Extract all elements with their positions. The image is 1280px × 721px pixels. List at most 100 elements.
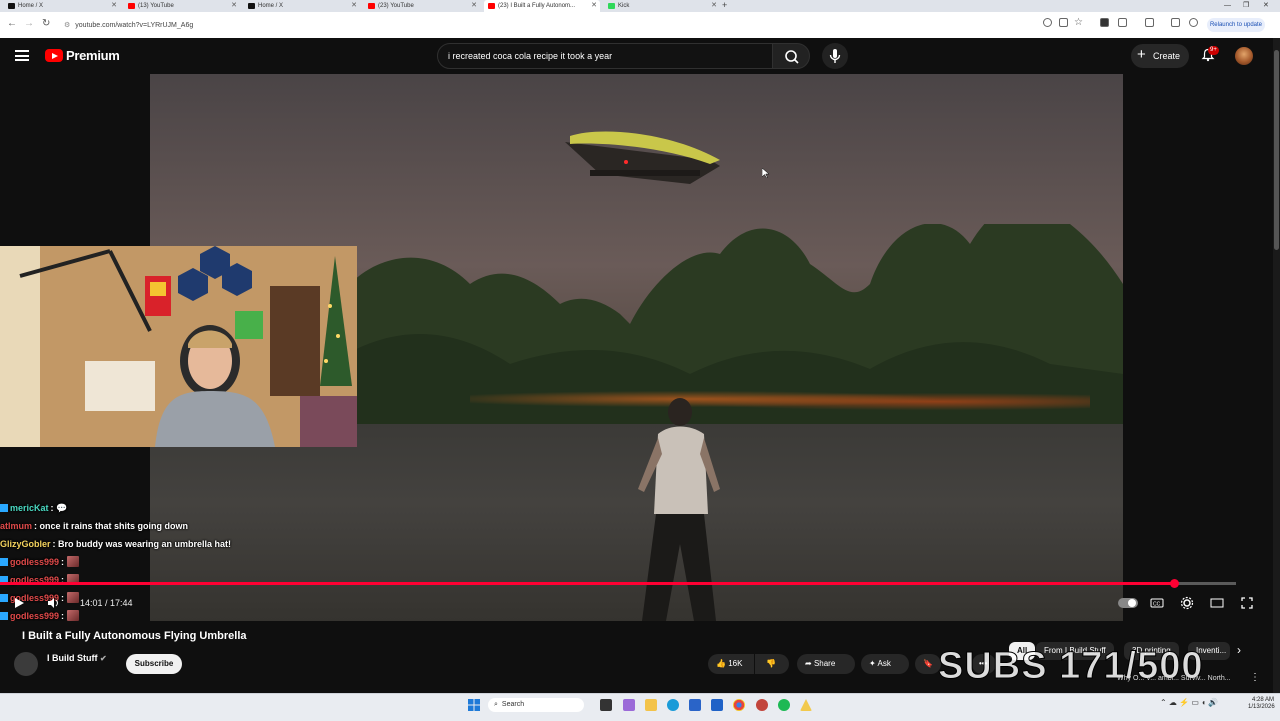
like-button[interactable]: 👍 16K [708,654,754,674]
profile-icon[interactable] [1189,18,1198,27]
youtube-logo-icon[interactable] [45,49,63,62]
mail-icon[interactable] [711,699,723,711]
badge-icon [0,504,8,512]
extensions-puzzle-icon[interactable] [1118,18,1127,27]
chevron-right-icon[interactable]: › [1237,643,1241,657]
youtube-premium-logo[interactable]: Premium [66,48,120,63]
relaunch-button[interactable]: Relaunch to update [1207,18,1265,32]
taskbar-clock[interactable]: 4:28 AM 1/13/2026 [1248,697,1275,711]
share-button[interactable]: ➦ Share [797,654,855,674]
tab-title: Kick [618,3,630,9]
channel-name-text: I Build Stuff [47,653,98,663]
chat-message: GlizyGobler: Bro buddy was wearing an um… [0,539,232,549]
like-count: 16K [728,659,743,668]
bookmark-star-icon[interactable]: ☆ [1074,17,1083,28]
chrome-icon[interactable] [733,699,745,711]
browser-tab-strip: Home / X ✕ (13) YouTube ✕ Home / X ✕ (23… [0,0,1280,12]
browser-tab[interactable]: Home / X ✕ [244,0,360,12]
url-field[interactable]: ⚙ youtube.com/watch?v=LYRrUJM_A6g [64,19,1184,33]
create-button[interactable]: + Create [1131,44,1189,68]
theater-mode-icon[interactable] [1210,596,1224,610]
store-icon[interactable] [689,699,701,711]
distant-lights [470,386,1090,412]
account-avatar[interactable] [1235,47,1253,65]
volume-icon[interactable] [46,596,60,610]
progress-bar[interactable] [0,579,1236,588]
new-tab-button[interactable]: + [722,0,727,11]
spotify-icon[interactable] [778,699,790,711]
clock-date: 1/13/2026 [1248,704,1275,710]
autoplay-toggle[interactable] [1118,598,1138,608]
fullscreen-icon[interactable] [1240,596,1254,610]
kebab-menu-icon[interactable]: ⋮ [1250,672,1260,683]
streamer-webcam [0,246,357,447]
downloads-icon[interactable] [1171,18,1180,27]
search-button[interactable] [772,43,810,69]
channel-avatar[interactable] [14,652,38,676]
youtube-icon [368,3,375,9]
subscribe-button[interactable]: Subscribe [126,654,182,674]
close-icon[interactable]: ✕ [351,0,357,12]
chat-text: once it rains that shits going down [39,521,189,531]
settings-gear-icon[interactable] [1180,596,1194,610]
scrubber-handle[interactable] [1170,579,1180,588]
browser-tab[interactable]: (23) YouTube ✕ [364,0,480,12]
extension-icon[interactable] [1100,18,1109,27]
plus-icon: + [1137,46,1146,63]
chat-username: atlmum [0,521,33,531]
chat-username: godless999 [10,611,60,621]
thumbs-down-icon: 👎 [766,659,776,668]
system-tray-icons[interactable]: ⌃ ☁ ⚡ ▭ ◖ 🔊 [1160,698,1218,707]
search-input[interactable]: i recreated coca cola recipe it took a y… [437,43,773,69]
close-window-icon[interactable]: ✕ [1263,0,1269,12]
taskbar-search[interactable]: ⌕ Search [488,698,584,712]
clock-time: 4:28 AM [1251,697,1274,703]
file-explorer-icon[interactable] [645,699,657,711]
ask-button[interactable]: ✦ Ask [861,654,909,674]
browser-tab[interactable]: Home / X ✕ [4,0,120,12]
minimize-icon[interactable]: — [1224,0,1231,12]
copilot-icon[interactable] [623,699,635,711]
windows-start-icon[interactable] [468,699,480,711]
forward-icon[interactable]: → [24,18,34,29]
restore-icon[interactable]: ❐ [1243,0,1249,12]
edge-icon[interactable] [667,699,679,711]
close-icon[interactable]: ✕ [711,0,717,12]
emote-icon [66,610,79,621]
browser-toolbar: ← → ↻ ⚙ youtube.com/watch?v=LYRrUJM_A6g ☆… [0,12,1280,39]
create-label: Create [1153,51,1181,61]
captions-icon[interactable]: CC [1150,596,1164,610]
zoom-icon[interactable] [1043,18,1052,27]
dislike-button[interactable]: 👎 [755,654,789,674]
close-icon[interactable]: ✕ [471,0,477,12]
close-icon[interactable]: ✕ [231,0,237,12]
obs-icon[interactable] [756,699,768,711]
browser-tab[interactable]: Kick ✕ [604,0,720,12]
voice-search-button[interactable] [822,43,848,69]
chat-message: godless999: [0,556,79,568]
menu-icon[interactable] [15,50,29,61]
browser-tab[interactable]: (13) YouTube ✕ [124,0,240,12]
page-scrollbar[interactable] [1273,38,1280,693]
install-icon[interactable] [1059,18,1068,27]
site-info-icon[interactable]: ⚙ [64,22,70,29]
back-icon[interactable]: ← [7,18,17,29]
reload-icon[interactable]: ↻ [42,18,50,29]
close-icon[interactable]: ✕ [111,0,117,12]
browser-tab-active[interactable]: (23) I Built a Fully Autonom... ✕ [484,0,600,12]
chat-username: godless999 [10,557,60,567]
tab-title: (13) YouTube [138,3,174,9]
task-view-icon[interactable] [600,699,612,711]
chat-text: Bro buddy was wearing an umbrella hat! [58,539,232,549]
play-icon[interactable] [12,596,26,610]
search-icon: ⌕ [494,701,498,708]
recommended-video-title[interactable]: Why O... V... ambi... Surviv... North... [1117,674,1231,683]
sidebar-icon[interactable] [1145,18,1154,27]
badge-icon [0,594,8,602]
sparkle-icon: ✦ [869,659,876,668]
webcam-scene [0,246,357,447]
microphone-icon [829,49,841,63]
channel-name[interactable]: I Build Stuff ✔ [47,653,107,663]
tab-title: Home / X [18,3,44,9]
close-icon[interactable]: ✕ [591,0,597,12]
